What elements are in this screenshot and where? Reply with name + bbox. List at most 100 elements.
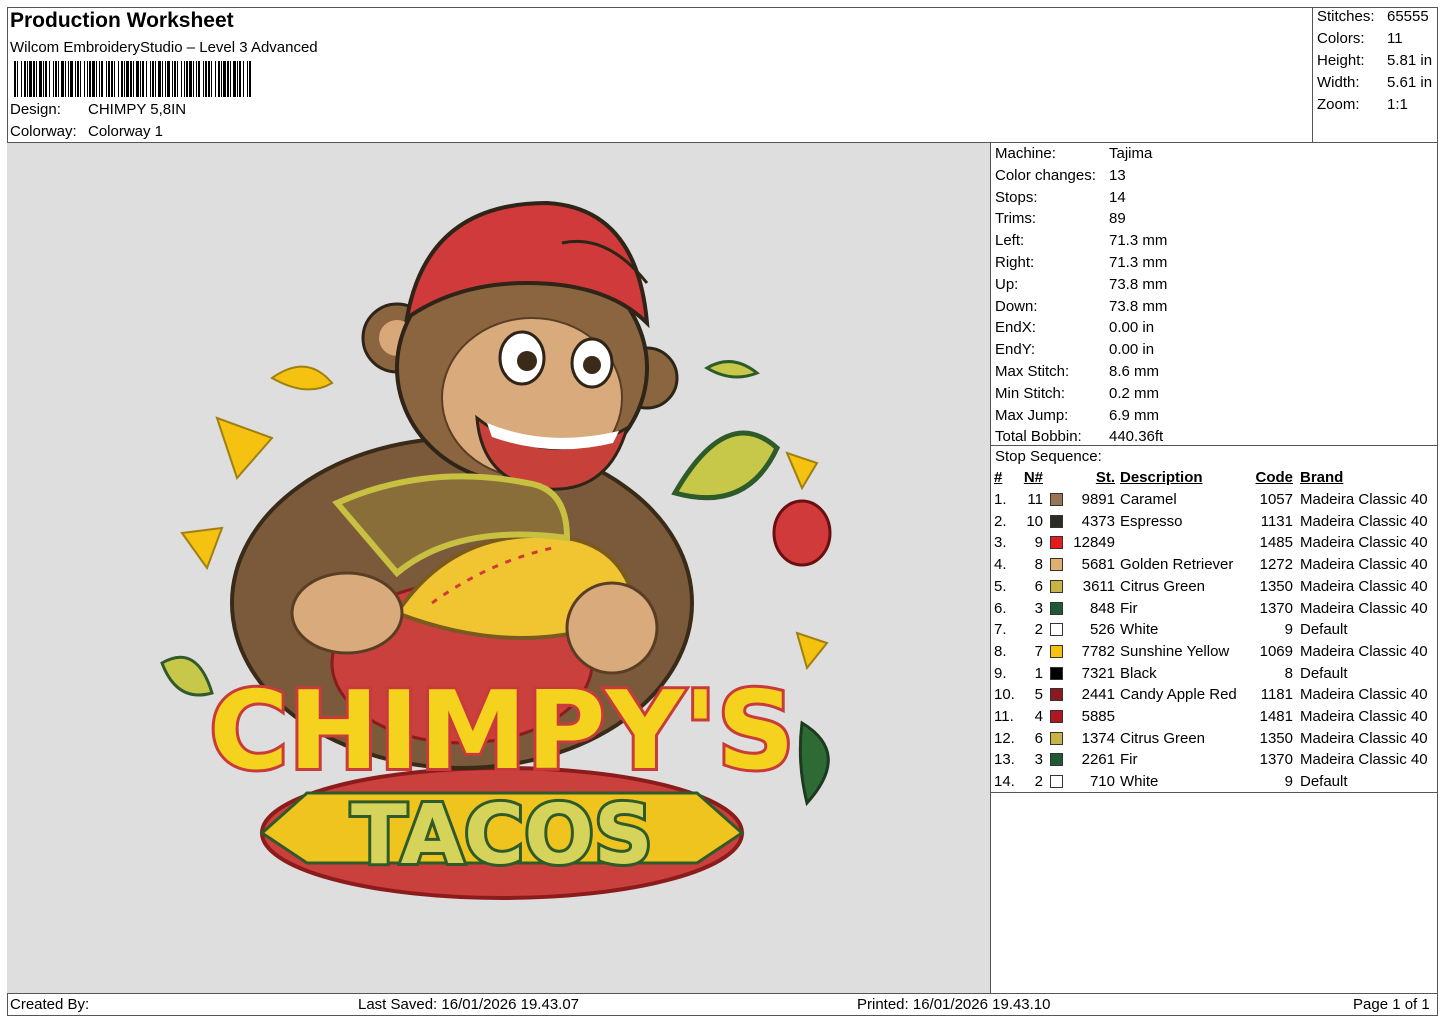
- last-saved: Last Saved: 16/01/2026 19.43.07: [358, 996, 580, 1013]
- barcode-bar: [186, 61, 188, 97]
- info-value: 14: [1109, 188, 1126, 206]
- info-row: Stops: 14: [995, 189, 1126, 210]
- table-row: 2. 10 4373 Espresso 1131 Madeira Classic 40: [991, 513, 1438, 535]
- color-swatch: [1050, 579, 1063, 593]
- cell-idx: 7.: [994, 621, 1007, 639]
- cell-idx: 13.: [994, 751, 1015, 769]
- table-row: 9. 1 7321 Black 8 Default: [991, 665, 1438, 687]
- column-header-code: Code: [1255, 469, 1294, 486]
- logo-text-chimpys: CHIMPY'S: [209, 669, 795, 794]
- barcode-bar: [233, 61, 236, 97]
- stat-value: 1:1: [1387, 96, 1408, 113]
- cell-code: 1057: [1259, 491, 1293, 508]
- info-row: Total Bobbin: 440.36ft: [995, 428, 1163, 449]
- barcode-bar: [211, 61, 212, 97]
- barcode-bar: [65, 61, 66, 97]
- chip-5: [795, 631, 829, 671]
- info-label: Machine:: [995, 145, 1056, 162]
- info-row: EndX: 0.00 in: [995, 319, 1154, 340]
- info-value: Tajima: [1109, 145, 1153, 162]
- info-label: Stops:: [995, 188, 1038, 206]
- barcode-bar: [96, 61, 97, 97]
- info-value: 0.2 mm: [1109, 384, 1160, 402]
- cell-n: 11: [1027, 491, 1043, 508]
- barcode-bar: [158, 61, 161, 97]
- cell-n: 10: [1026, 512, 1043, 530]
- barcode-bar: [247, 61, 248, 97]
- color-swatch: [1050, 558, 1063, 572]
- barcode-bar: [106, 61, 107, 97]
- cell-n: 4: [1034, 708, 1043, 725]
- barcode-bar: [36, 61, 37, 97]
- design-value: CHIMPY 5,8IN: [88, 101, 187, 118]
- info-label: Color changes:: [995, 166, 1096, 184]
- info-row: Machine: Tajima: [995, 145, 1152, 166]
- info-row: Min Stitch: 0.2 mm: [995, 385, 1159, 406]
- barcode-bar: [118, 61, 119, 97]
- cell-desc: Golden Retriever: [1120, 556, 1234, 574]
- worksheet-header: Production Worksheet Wilcom EmbroiderySt…: [7, 7, 1313, 143]
- barcode-bar: [61, 61, 64, 97]
- barcode-bar: [189, 61, 192, 97]
- barcode-bar: [130, 61, 132, 97]
- cell-brand: Default: [1300, 773, 1348, 791]
- info-label: Trims:: [995, 210, 1037, 228]
- table-end-separator: [991, 792, 1438, 793]
- barcode-bar: [215, 61, 216, 97]
- barcode-bar: [133, 61, 134, 97]
- cell-st: 4373: [1081, 512, 1115, 530]
- barcode-bar: [167, 61, 170, 97]
- barcode-bar: [43, 61, 44, 97]
- cell-desc: Black: [1120, 664, 1157, 682]
- stat-value: 5.61 in: [1387, 74, 1433, 91]
- info-row: Color changes: 13: [995, 167, 1126, 188]
- barcode-bar: [152, 61, 154, 97]
- column-header-n: N#: [1023, 469, 1043, 486]
- barcode-bar: [140, 61, 141, 97]
- barcode-bar: [146, 61, 147, 97]
- info-value: 8.6 mm: [1109, 363, 1160, 380]
- cell-idx: 4.: [994, 556, 1007, 574]
- info-label: Min Stitch:: [995, 384, 1066, 402]
- info-value: 71.3 mm: [1109, 254, 1168, 271]
- worksheet-title: Production Worksheet: [10, 9, 234, 32]
- info-row: Left: 71.3 mm: [995, 232, 1167, 253]
- cell-n: 7: [1034, 642, 1043, 660]
- software-name: Wilcom EmbroideryStudio – Level 3 Advanc…: [10, 39, 318, 56]
- cell-brand: Madeira Classic 40: [1300, 729, 1428, 747]
- info-value: 0.00 in: [1109, 341, 1155, 359]
- cell-desc: Sunshine Yellow: [1120, 642, 1230, 660]
- cell-n: 3: [1034, 599, 1043, 617]
- cell-brand: Madeira Classic 40: [1300, 642, 1428, 660]
- cell-n: 2: [1034, 621, 1043, 639]
- info-label: Max Stitch:: [995, 363, 1070, 380]
- right-pupil: [583, 356, 601, 374]
- cell-code: 1370: [1259, 751, 1293, 769]
- barcode-bar: [55, 61, 57, 97]
- cell-idx: 8.: [994, 642, 1007, 660]
- column-header-idx: #: [994, 469, 1003, 486]
- cell-idx: 11.: [994, 708, 1014, 725]
- cell-st: 2441: [1081, 686, 1115, 704]
- cell-st: 7321: [1081, 664, 1115, 682]
- cell-n: 9: [1034, 534, 1043, 552]
- cell-brand: Madeira Classic 40: [1300, 686, 1428, 704]
- info-value: 440.36ft: [1109, 428, 1164, 446]
- info-label: EndX:: [995, 319, 1036, 337]
- stat-row: Zoom: 1:1: [1317, 96, 1408, 113]
- table-row: 13. 3 2261 Fir 1370 Madeira Classic 40: [991, 751, 1438, 773]
- barcode-bar: [14, 61, 16, 97]
- barcode-bar: [108, 61, 110, 97]
- cell-st: 5885: [1081, 708, 1115, 725]
- info-row: Trims: 89: [995, 210, 1126, 231]
- left-hand: [290, 571, 404, 655]
- barcode-bar: [239, 61, 241, 97]
- table-row: 7. 2 526 White 9 Default: [991, 621, 1438, 643]
- info-row: Up: 73.8 mm: [995, 276, 1167, 297]
- printed-date: Printed: 16/01/2026 19.43.10: [857, 996, 1051, 1013]
- color-swatch: [1050, 644, 1063, 658]
- table-row: 4. 8 5681 Golden Retriever 1272 Madeira Class…: [991, 556, 1438, 578]
- barcode-bar: [114, 61, 115, 97]
- cell-desc: White: [1120, 621, 1159, 639]
- cell-desc: White: [1120, 773, 1159, 791]
